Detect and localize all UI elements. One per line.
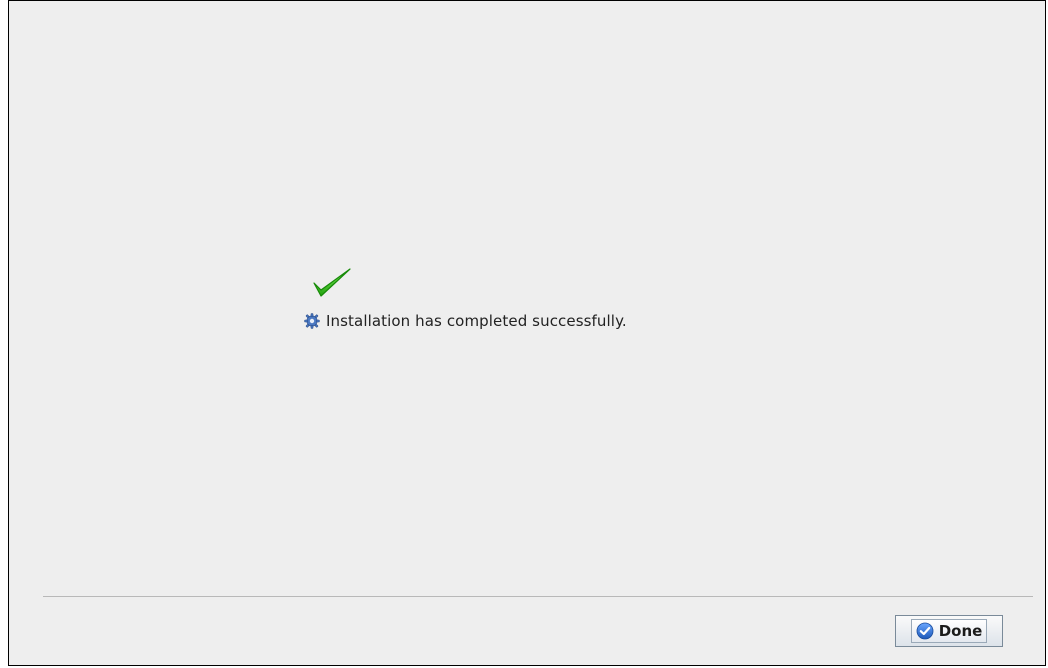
status-message-row: Installation has completed successfully. [304,311,627,331]
footer-divider [43,596,1033,597]
check-circle-icon [916,622,934,640]
done-button[interactable]: Done [895,615,1003,647]
done-button-label: Done [938,622,983,640]
installer-window: Installation has completed successfully.… [8,0,1046,666]
gear-icon [304,313,320,329]
completion-panel: Installation has completed successfully. [304,263,627,331]
status-message: Installation has completed successfully. [326,312,627,330]
done-button-face[interactable]: Done [910,619,988,643]
checkmark-icon [313,268,351,297]
